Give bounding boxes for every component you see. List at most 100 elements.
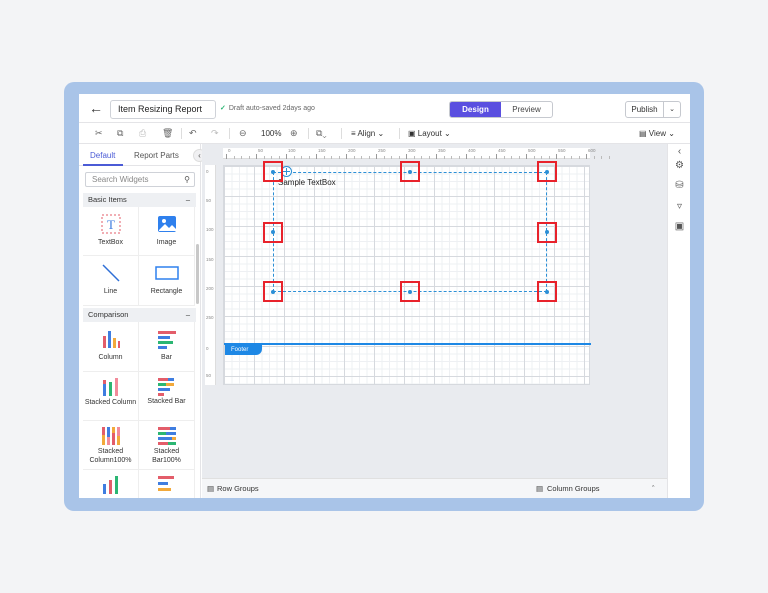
- widget-label: Stacked Column: [84, 399, 137, 406]
- chevron-down-icon[interactable]: ⌄: [664, 102, 680, 117]
- panel-scrollbar[interactable]: [196, 244, 199, 304]
- align-menu[interactable]: ≡ Align ⌄: [351, 127, 384, 140]
- ruler-tick: [286, 154, 287, 159]
- ruler-label: 50: [206, 373, 212, 378]
- zoom-out-icon[interactable]: ⊖: [239, 127, 247, 140]
- section-comparison[interactable]: Comparison –: [83, 308, 196, 322]
- copy-style-icon[interactable]: ⧉⌄: [316, 127, 327, 140]
- ruler-label: 200: [206, 286, 214, 291]
- check-icon: ✓: [220, 105, 226, 112]
- ruler-label: 100: [288, 148, 296, 153]
- highlight-box: [263, 161, 283, 182]
- copy-icon[interactable]: ⧉: [117, 127, 123, 140]
- search-icon: ⚲: [184, 175, 190, 184]
- image-settings-icon[interactable]: ▣: [674, 221, 685, 232]
- paste-icon[interactable]: ⎙: [139, 127, 146, 140]
- design-preview-toggle: Design Preview: [449, 101, 553, 118]
- widget-more-chart[interactable]: [83, 470, 139, 498]
- ruler-minor-tick: [248, 156, 250, 159]
- tab-default[interactable]: Default: [90, 151, 115, 160]
- widget-rectangle[interactable]: Rectangle: [139, 256, 195, 306]
- section-basic-items[interactable]: Basic Items –: [83, 193, 196, 207]
- widget-label: Column: [98, 354, 123, 361]
- ruler-label: 450: [498, 148, 506, 153]
- delete-icon[interactable]: 🗑: [162, 127, 173, 140]
- grouping-bar: ▤ Row Groups ▤ Column Groups ˆ: [202, 478, 667, 498]
- ruler-tick: [466, 154, 467, 159]
- stacked-column100-icon: [83, 425, 138, 445]
- widget-textbox[interactable]: T TextBox: [83, 207, 139, 256]
- ruler-minor-tick: [571, 156, 572, 159]
- ruler-minor-tick: [263, 156, 265, 159]
- search-widgets-input[interactable]: Search Widgets ⚲: [85, 172, 195, 187]
- ruler-minor-tick: [421, 156, 422, 159]
- report-title-input[interactable]: Item Resizing Report: [110, 100, 216, 119]
- textbox-icon: T: [83, 213, 138, 237]
- report-page[interactable]: Sample TextBox Footer: [223, 161, 591, 385]
- ruler-minor-tick: [578, 156, 580, 159]
- ruler-minor-tick: [301, 156, 302, 159]
- ruler-label: 250: [378, 148, 386, 153]
- ruler-minor-tick: [548, 156, 550, 159]
- textbox-selection[interactable]: [273, 172, 547, 292]
- ruler-label: 0: [206, 169, 209, 174]
- widget-image[interactable]: Image: [139, 207, 195, 256]
- autosave-text: Draft auto-saved 2days ago: [228, 105, 315, 112]
- undo-icon[interactable]: ↶: [189, 127, 197, 140]
- svg-text:T: T: [107, 217, 115, 232]
- ruler-minor-tick: [511, 156, 512, 159]
- zoom-level[interactable]: 100%: [261, 127, 281, 140]
- cut-icon[interactable]: ✂: [95, 127, 103, 140]
- column-groups-label[interactable]: Column Groups: [547, 484, 600, 493]
- widget-label: TextBox: [98, 239, 123, 246]
- gear-icon[interactable]: ⚙: [674, 160, 685, 171]
- header-bar: ← Item Resizing Report ✓ Draft auto-saved…: [79, 94, 690, 123]
- collapse-section-icon: –: [185, 310, 190, 319]
- design-button[interactable]: Design: [450, 102, 501, 117]
- widget-stacked-bar100[interactable]: Stacked Bar100%: [139, 421, 195, 470]
- ruler-minor-tick: [398, 156, 400, 159]
- image-icon: [139, 213, 194, 237]
- horizontal-ruler: 0 50 100 150 200 250 300 350 400 450 500 550 600: [223, 148, 610, 159]
- widget-column-chart[interactable]: Column: [83, 322, 139, 372]
- ruler-label: 250: [206, 315, 214, 320]
- ruler-label: 300: [408, 148, 416, 153]
- widget-more-bar[interactable]: [139, 470, 195, 498]
- preview-button[interactable]: Preview: [501, 102, 552, 117]
- ruler-minor-tick: [353, 156, 355, 159]
- redo-icon[interactable]: ↷: [211, 127, 219, 140]
- chevron-left-icon[interactable]: ‹: [674, 146, 685, 157]
- ruler-tick: [346, 154, 347, 159]
- ruler-minor-tick: [331, 156, 332, 159]
- ruler-minor-tick: [608, 156, 610, 159]
- tab-report-parts[interactable]: Report Parts: [134, 151, 179, 160]
- widget-stacked-bar[interactable]: Stacked Bar: [139, 372, 195, 421]
- widget-stacked-column[interactable]: Stacked Column: [83, 372, 139, 421]
- toolbar: ✂ ⧉ ⎙ 🗑 ↶ ↷ ⊖ 100% ⊕ ⧉⌄ ≡ Align ⌄ ▣ Layo…: [79, 123, 690, 144]
- stacked-bar-icon: [139, 376, 194, 396]
- layout-menu[interactable]: ▣ Layout ⌄: [408, 127, 451, 140]
- properties-rail: ‹ ⚙ ⛁ ▿ ▣: [667, 144, 690, 498]
- widget-label: Line: [103, 288, 118, 295]
- back-arrow-icon[interactable]: ←: [89, 101, 103, 115]
- layout-label: Layout: [417, 129, 442, 138]
- row-groups-label[interactable]: Row Groups: [217, 484, 259, 493]
- chevron-up-icon[interactable]: ˆ: [652, 484, 655, 493]
- footer-divider: [224, 343, 591, 345]
- ruler-minor-tick: [361, 156, 362, 159]
- widget-bar-chart[interactable]: Bar: [139, 322, 195, 372]
- design-canvas: 0 50 100 150 200 250 300 350 400 450 500 550 600 0 50…: [202, 144, 667, 478]
- publish-button[interactable]: Publish: [626, 102, 664, 117]
- footer-label[interactable]: Footer: [225, 345, 262, 355]
- sample-textbox[interactable]: Sample TextBox: [278, 178, 336, 187]
- ruler-tick: [226, 154, 227, 159]
- database-icon[interactable]: ⛁: [674, 180, 685, 191]
- widget-stacked-column100[interactable]: Stacked Column100%: [83, 421, 139, 470]
- filter-icon[interactable]: ▿: [674, 201, 685, 212]
- ruler-minor-tick: [233, 156, 235, 159]
- view-menu[interactable]: ▤ View ⌄: [639, 127, 675, 140]
- widget-line[interactable]: Line: [83, 256, 139, 306]
- highlight-box: [400, 281, 420, 302]
- ruler-tick: [256, 154, 257, 159]
- zoom-in-icon[interactable]: ⊕: [290, 127, 298, 140]
